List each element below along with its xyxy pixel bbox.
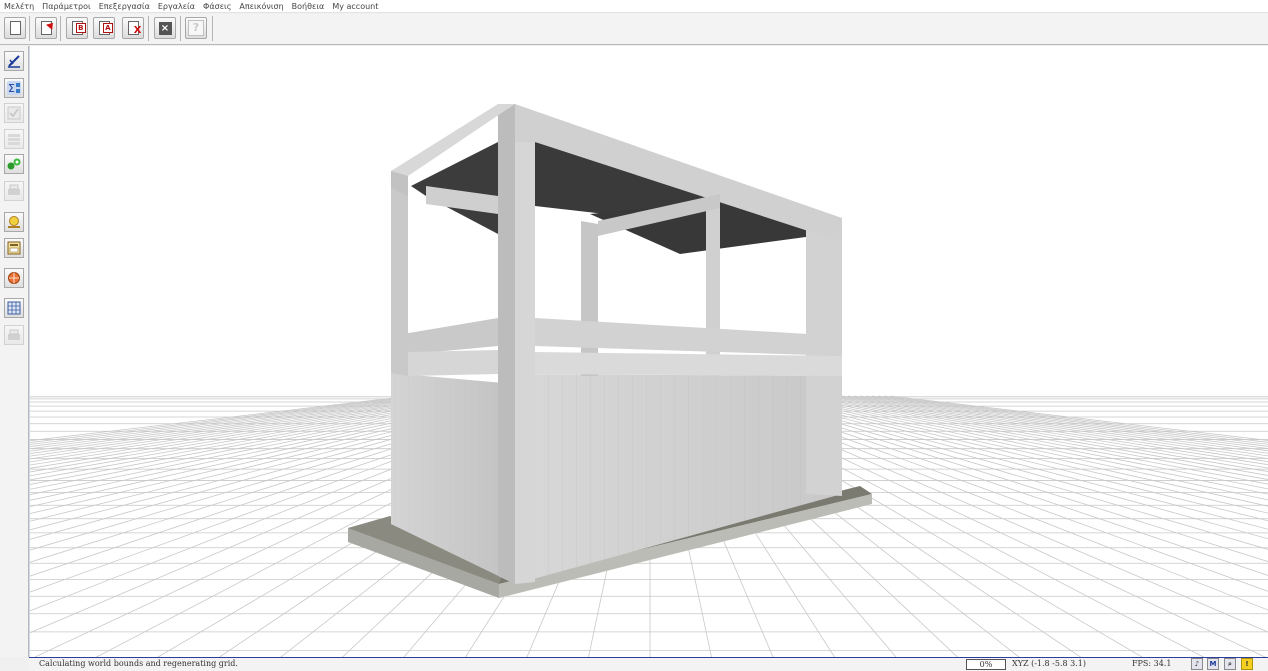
close-button[interactable]: × [154,17,176,39]
grid-line [817,395,1268,472]
status-message: Calculating world bounds and regeneratin… [39,659,238,668]
3d-scene [30,104,1268,657]
document-a-icon: A [98,21,113,35]
document-b-icon: B [71,21,86,35]
menu-apeikonisi[interactable]: Απεικόνιση [235,0,287,13]
m-icon[interactable]: M [1207,658,1219,670]
help-icon: ? [188,20,204,36]
menu-ergaleia[interactable]: Εργαλεία [154,0,199,13]
menu-bar: Μελέτη Παράμετροι Επεξεργασία Εργαλεία Φ… [0,0,1268,13]
rotate-globe-button[interactable] [4,268,24,288]
open-document-icon [40,20,56,35]
grid-line [799,395,1268,485]
toolbar-separator [180,16,181,41]
menu-meleti[interactable]: Μελέτη [0,0,38,13]
grid-line [823,395,1268,469]
open-document-button[interactable] [35,17,57,39]
document-a-button[interactable]: A [93,17,115,39]
layers-icon [8,134,20,145]
grid-structure-button[interactable] [4,298,24,318]
links-icon [7,158,21,170]
draw-edit-icon [8,55,20,68]
menu-epexergasia[interactable]: Επεξεργασία [95,0,154,13]
grid-line [847,395,1268,457]
menu-voitheia[interactable]: Βοήθεια [288,0,329,13]
toolbar-separator [148,16,149,41]
zoom-icon[interactable]: ⌕ [1224,658,1236,670]
check-button[interactable] [4,103,24,123]
toolbar-separator [212,16,213,41]
progress-indicator: 0% [966,659,1006,670]
3d-viewport[interactable] [29,46,1268,657]
sum-calculation-button[interactable]: Σ [4,78,24,98]
panel-button[interactable] [4,238,24,258]
svg-text:Σ: Σ [8,82,15,95]
speaker-icon[interactable]: ♪ [1191,658,1203,670]
delete-document-icon: X [127,21,142,36]
fps-readout: FPS: 34.1 [1132,659,1172,668]
panel-icon [7,241,21,255]
new-document-button[interactable] [4,17,26,39]
main-toolbar: B A X × ? [0,14,1268,45]
left-toolbar: Σ [0,46,29,657]
toolbar-separator [29,16,30,41]
menu-parametroi[interactable]: Παράμετροι [38,0,95,13]
delete-document-button[interactable]: X [122,17,144,39]
new-document-icon [9,21,21,35]
coordinates-readout: XYZ (-1.8 -5.8 3.1) [1012,659,1086,668]
measure-icon [8,216,20,228]
menu-faseis[interactable]: Φάσεις [199,0,235,13]
grid-structure-icon [7,301,21,315]
measure-button[interactable] [4,212,24,232]
warning-icon[interactable]: ! [1241,658,1253,670]
printer-icon [8,329,20,340]
menu-my-account[interactable]: My account [328,0,382,13]
print-icon [8,184,20,195]
sum-calculation-icon: Σ [7,81,21,95]
toolbar-separator [60,16,61,41]
draw-edit-button[interactable] [4,51,24,71]
printer-button[interactable] [4,325,24,345]
check-icon [7,106,21,120]
help-button[interactable]: ? [185,17,207,39]
close-icon: × [158,21,172,35]
print-button[interactable] [4,181,24,201]
status-bar: Calculating world bounds and regeneratin… [29,657,1268,671]
rotate-globe-icon [8,272,20,284]
delete-mark: X [133,25,142,36]
document-a-tag: A [103,23,113,33]
document-b-tag: B [76,23,86,33]
links-button[interactable] [4,154,24,174]
document-b-button[interactable]: B [66,17,88,39]
layers-button[interactable] [4,129,24,149]
